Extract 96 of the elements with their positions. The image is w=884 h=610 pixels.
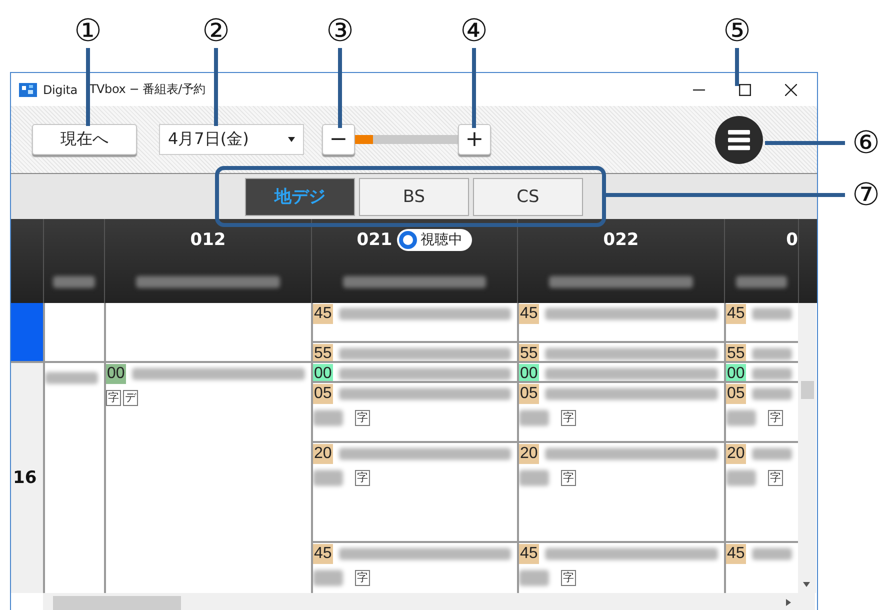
program-cell[interactable]: 45 (519, 303, 724, 343)
blurred-text (726, 470, 756, 486)
minute-label: 45 (726, 544, 746, 564)
app-icon (19, 82, 37, 98)
radio-icon (399, 231, 418, 249)
minute-label: 20 (313, 444, 333, 464)
blurred-text (752, 388, 792, 400)
callout-number: ⑤ (722, 12, 752, 50)
window-title: TVbox − 番組表/予約 (89, 81, 206, 98)
blurred-text (45, 372, 98, 384)
program-cell[interactable]: 00 (519, 363, 724, 383)
program-tag: デ (123, 390, 138, 406)
program-cell[interactable]: 20 字 (726, 443, 798, 543)
watching-badge: 視聴中 (397, 229, 472, 251)
tab[interactable]: BS (359, 178, 469, 216)
minute-label: 45 (313, 304, 333, 324)
blurred-text (519, 470, 549, 486)
blurred-text (519, 570, 549, 586)
program-cell[interactable]: 05 字 (519, 383, 724, 443)
minute-label: 45 (726, 304, 746, 324)
blurred-text (726, 410, 756, 426)
maximize-icon[interactable] (739, 84, 751, 96)
tab[interactable]: 地デジ (245, 178, 355, 216)
minute-label: 00 (106, 364, 126, 384)
minute-label: 05 (726, 384, 746, 404)
callout-number: ③ (325, 12, 355, 50)
program-cell[interactable]: 00 (726, 363, 798, 383)
scroll-right-icon[interactable] (786, 599, 791, 606)
blurred-text (752, 368, 792, 380)
blurred-text (752, 448, 792, 460)
channel-number: 022 (603, 230, 639, 250)
zoom-slider[interactable] (355, 135, 458, 144)
minute-label: 45 (519, 544, 539, 564)
program-cell[interactable]: 55 (726, 343, 798, 363)
program-tag: 字 (768, 470, 783, 486)
program-tag: 字 (106, 390, 121, 406)
program-cell[interactable]: 05 字 (313, 383, 517, 443)
window-title: Digita (43, 82, 78, 96)
minute-label: 00 (726, 364, 746, 381)
callout-number: ② (201, 12, 231, 50)
minute-label: 20 (726, 444, 746, 464)
minute-label: 00 (519, 364, 539, 381)
program-tag: 字 (561, 570, 576, 586)
program-tag: 字 (355, 470, 370, 486)
program-tag: 字 (768, 410, 783, 426)
minute-label: 20 (519, 444, 539, 464)
scrollbar-thumb[interactable] (801, 381, 814, 399)
program-tag: 字 (355, 570, 370, 586)
scrollbar-thumb[interactable] (53, 596, 181, 610)
close-icon[interactable] (785, 84, 797, 96)
minute-label: 45 (313, 544, 333, 564)
minute-label: 55 (726, 344, 746, 361)
channel-number: 012 (190, 230, 226, 250)
program-cell[interactable]: 00 (313, 363, 517, 383)
program-cell[interactable]: 20 字 (519, 443, 724, 543)
blurred-text (752, 348, 792, 360)
program-cell[interactable]: 45 (726, 303, 798, 343)
blurred-text (752, 308, 792, 320)
program-cell[interactable]: 55 (519, 343, 724, 363)
minute-label: 45 (519, 304, 539, 324)
date-dropdown[interactable]: 4月7日(金) (159, 124, 304, 155)
blurred-text (313, 410, 343, 426)
minute-label: 05 (519, 384, 539, 404)
now-button[interactable]: 現在へ (32, 124, 137, 155)
blurred-text (519, 410, 549, 426)
menu-icon[interactable] (715, 116, 763, 164)
minute-label: 00 (313, 364, 333, 381)
hour-label: 16 (12, 468, 37, 488)
tab[interactable]: CS (473, 178, 583, 216)
minute-label: 55 (313, 344, 333, 361)
blurred-text (752, 548, 792, 560)
program-cell[interactable]: 55 (313, 343, 517, 363)
vertical-scrollbar[interactable] (798, 303, 816, 593)
blurred-text (313, 470, 343, 486)
program-tag: 字 (561, 470, 576, 486)
blurred-text (313, 570, 343, 586)
program-cell[interactable]: 05 字 (726, 383, 798, 443)
program-tag: 字 (561, 410, 576, 426)
program-cell[interactable]: 45 (313, 303, 517, 343)
callout-number: ⑥ (851, 124, 881, 162)
callout-number: ④ (459, 12, 489, 50)
zoom-out-button[interactable]: − (322, 124, 355, 155)
scroll-down-icon[interactable] (803, 582, 810, 587)
dropdown-arrow-icon (288, 137, 295, 142)
channel-number: 021 (356, 230, 392, 250)
program-cell[interactable]: 20 字 (313, 443, 517, 543)
callout-number: ⑦ (851, 176, 881, 214)
minute-label: 55 (519, 344, 539, 361)
blurred-text (53, 276, 95, 288)
program-tag: 字 (355, 410, 370, 426)
zoom-in-button[interactable]: + (458, 124, 491, 155)
channel-number: 0 (786, 230, 798, 250)
callout-number: ① (73, 12, 103, 50)
minute-label: 05 (313, 384, 333, 404)
blurred-text (736, 276, 788, 288)
horizontal-scrollbar[interactable] (43, 593, 815, 610)
